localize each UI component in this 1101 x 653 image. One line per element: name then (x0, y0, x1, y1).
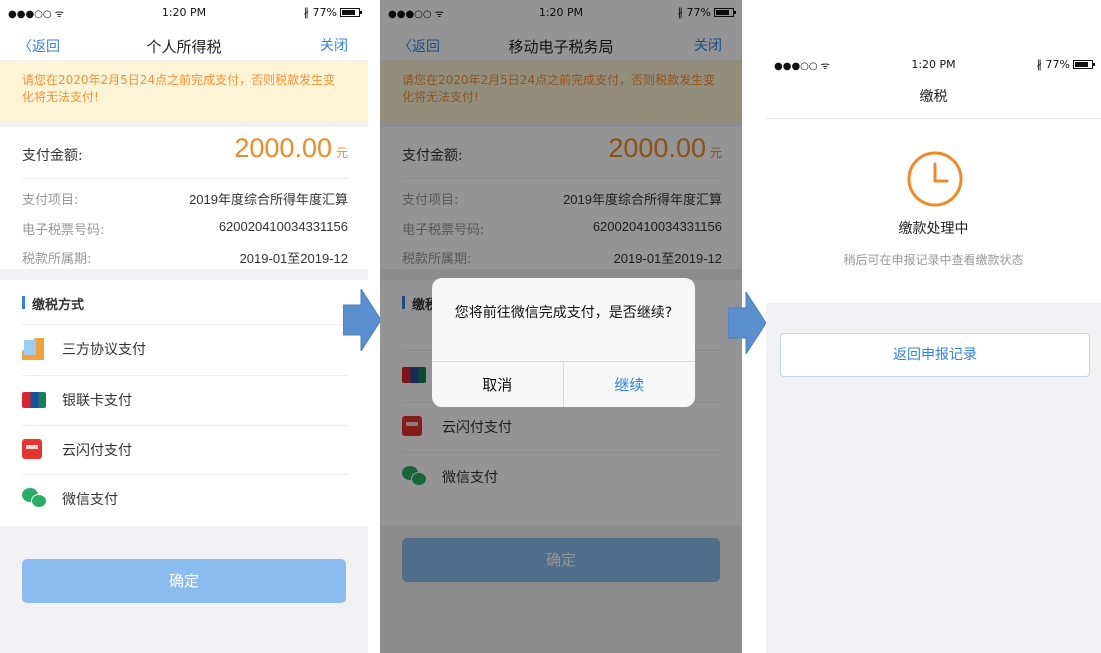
method-label: 三方协议支付 (62, 342, 146, 358)
flow-arrow-icon (728, 292, 766, 354)
payment-summary: 支付金额: 2000.00 元 支付项目: 2019年度综合所得年度汇算 电子税票… (0, 127, 368, 269)
continue-button[interactable]: 继续 (564, 362, 696, 407)
flow-arrow-icon (343, 289, 381, 351)
battery-icon (1073, 60, 1095, 69)
wechat-icon (22, 488, 47, 508)
status-bar: ●●●○○ ᯤ 1:20 PM ∦ 77% (766, 52, 1101, 74)
detail-row-period: 税款所属期: 2019-01至2019-12 (22, 248, 348, 270)
amount-label: 支付金额: (22, 148, 83, 164)
close-button[interactable]: 关闭 (320, 35, 348, 55)
amount-number: 2000.00 (234, 133, 332, 163)
clock-icon (907, 151, 963, 207)
method-label: 微信支付 (62, 492, 118, 508)
method-label: 云闪付支付 (62, 443, 132, 459)
dialog-actions: 取消 继续 (432, 361, 695, 407)
method-wechat[interactable]: 微信支付 (22, 474, 348, 522)
battery-text: ∦ 77% (1036, 58, 1070, 71)
page-title: 个人所得税 (146, 38, 222, 56)
screen-confirm-dialog: ●●●○○ ᯤ 1:20 PM ∦ 77% 〈返回 移动电子税务局 关闭 请您在… (380, 0, 742, 653)
amount-value: 2000.00 元 (234, 133, 348, 164)
cancel-button[interactable]: 取消 (432, 362, 564, 407)
back-to-records-button[interactable]: 返回申报记录 (780, 333, 1090, 377)
detail-row-ticket: 电子税票号码: 620020410034331156 (22, 219, 348, 241)
detail-value: 2019-01至2019-12 (239, 251, 348, 266)
section-title: 缴税方式 (22, 294, 84, 313)
section-title-text: 缴税方式 (32, 298, 85, 313)
method-unionpay[interactable]: 银联卡支付 (22, 375, 348, 423)
page-title: 缴税 (919, 89, 948, 105)
divider (766, 118, 1101, 119)
amount-unit: 元 (335, 146, 348, 160)
processing-status: 缴款处理中 (898, 221, 969, 237)
nav-bar: 〈返回 个人所得税 关闭 (0, 30, 368, 60)
battery-indicator: ∦ 77% (303, 6, 362, 19)
battery-indicator: ∦ 77% (1036, 58, 1095, 71)
deadline-notice: 请您在2020年2月5日24点之前完成支付，否则税款发生变化将无法支付! (0, 62, 368, 121)
screen-tax-payment: ●●●○○ ᯤ 1:20 PM ∦ 77% 〈返回 个人所得税 关闭 请您在20… (0, 0, 368, 653)
detail-key: 电子税票号码: (22, 223, 105, 238)
screen-processing: ●●●○○ ᯤ 1:20 PM ∦ 77% 缴税 缴款处理中 稍后可在申报记录中… (766, 0, 1101, 653)
method-label: 银联卡支付 (62, 393, 132, 409)
detail-key: 支付项目: (22, 193, 79, 208)
detail-row-item: 支付项目: 2019年度综合所得年度汇算 (22, 189, 348, 211)
detail-key: 税款所属期: (22, 252, 92, 267)
unionpay-icon (22, 392, 46, 408)
confirm-button[interactable]: 确定 (22, 559, 346, 603)
status-bar: ●●●○○ ᯤ 1:20 PM ∦ 77% (0, 0, 368, 30)
pen-icon (22, 338, 44, 360)
payment-methods: 缴税方式 三方协议支付 银联卡支付 云闪付支付 微信支付 (0, 280, 368, 526)
detail-value: 620020410034331156 (218, 219, 348, 234)
detail-value: 2019年度综合所得年度汇算 (189, 192, 348, 207)
processing-hint: 稍后可在申报记录中查看缴款状态 (843, 253, 1024, 267)
method-quickpass[interactable]: 云闪付支付 (22, 425, 348, 473)
dialog-message: 您将前往微信完成支付，是否继续? (454, 305, 673, 321)
battery-icon (340, 8, 362, 17)
amount-row: 支付金额: 2000.00 元 (22, 127, 348, 179)
confirm-dialog: 您将前往微信完成支付，是否继续? 取消 继续 (432, 278, 695, 407)
method-bank-agreement[interactable]: 三方协议支付 (22, 324, 348, 372)
battery-text: ∦ 77% (303, 6, 337, 19)
quickpass-icon (22, 439, 42, 459)
